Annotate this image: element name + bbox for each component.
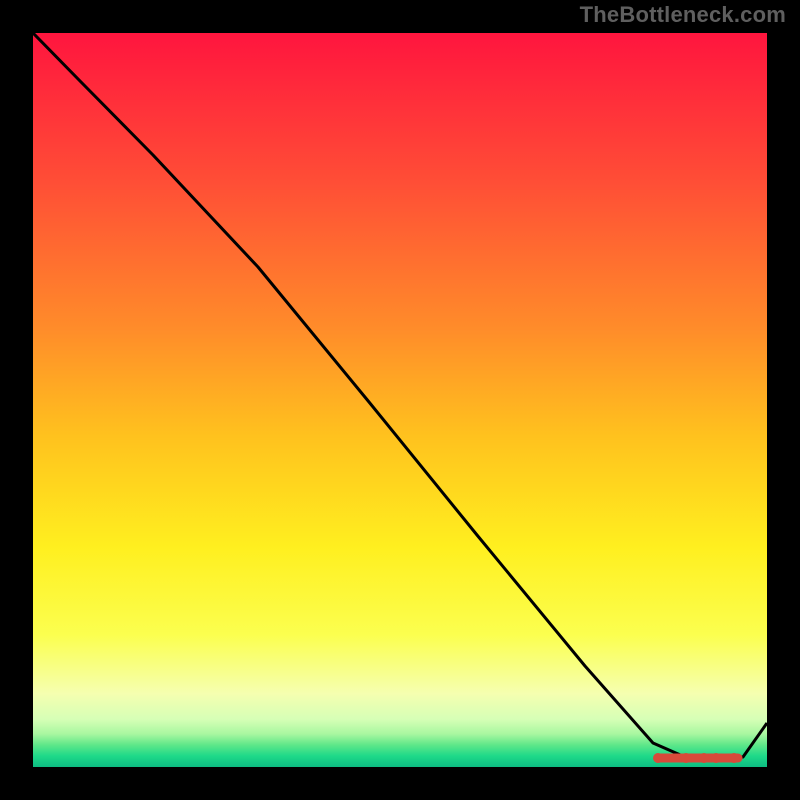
plot-svg bbox=[33, 33, 767, 767]
optimal-region-dot bbox=[681, 753, 691, 763]
optimal-region-dot bbox=[653, 753, 663, 763]
watermark-text: TheBottleneck.com bbox=[580, 2, 786, 28]
chart-frame: TheBottleneck.com bbox=[0, 0, 800, 800]
optimal-region-dot bbox=[711, 753, 721, 763]
optimal-region-dot bbox=[729, 753, 739, 763]
optimal-region-dot bbox=[699, 753, 709, 763]
plot-area bbox=[33, 33, 767, 767]
